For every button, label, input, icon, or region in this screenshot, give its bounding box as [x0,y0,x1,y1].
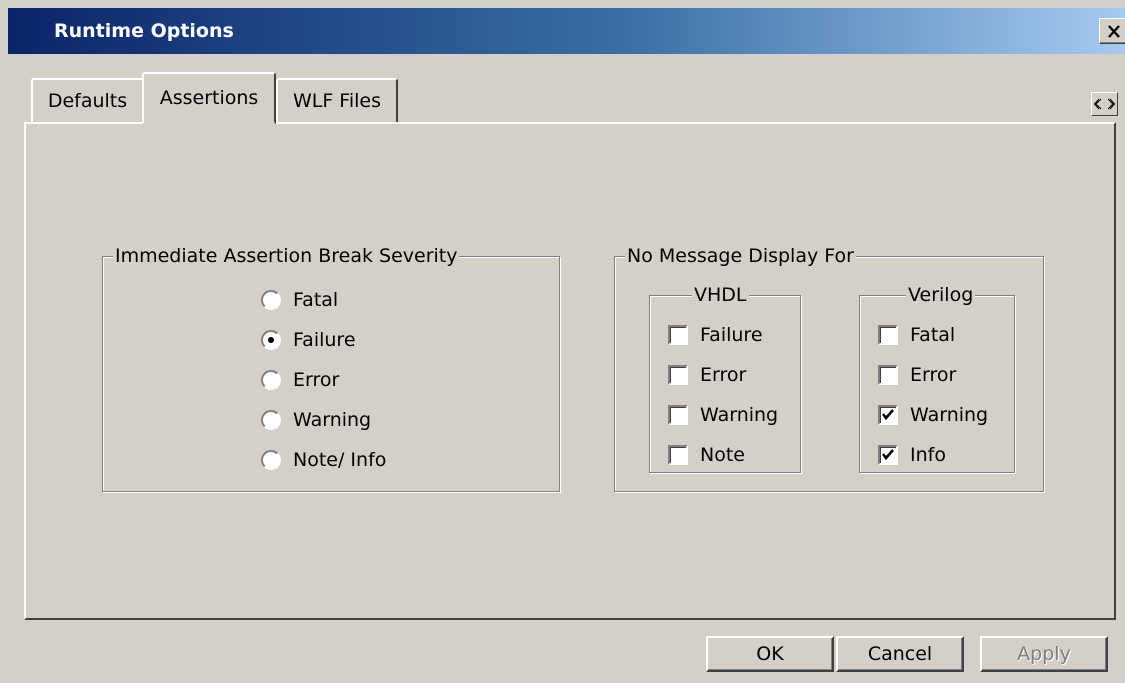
checkmark-icon [881,449,894,461]
checkbox-box-checked[interactable] [878,405,898,425]
verilog-fatal-label: Fatal [910,324,956,346]
radio-failure-label: Failure [293,329,356,351]
tab-wlf-files[interactable]: WLF Files [276,78,398,122]
verilog-info-label: Info [910,444,946,466]
vhdl-group: VHDL Failure Error Warning Note [649,283,801,473]
checkbox-box[interactable] [668,365,688,385]
vhdl-note-checkbox[interactable]: Note [668,444,745,466]
tab-defaults-label: Defaults [47,90,128,112]
checkbox-box-checked[interactable] [878,445,898,465]
checkbox-box[interactable] [668,325,688,345]
checkbox-box[interactable] [878,365,898,385]
radio-button[interactable] [261,370,281,390]
radio-fatal[interactable]: Fatal [261,289,338,311]
checkbox-box[interactable] [878,325,898,345]
vhdl-warning-label: Warning [700,404,779,426]
verilog-legend: Verilog [906,283,976,307]
verilog-group: Verilog Fatal Error Warning Info [859,283,1015,473]
vhdl-legend: VHDL [692,283,749,307]
vhdl-error-checkbox[interactable]: Error [668,364,746,386]
verilog-warning-label: Warning [910,404,989,426]
radio-note-info-label: Note/ Info [293,449,387,471]
radio-failure[interactable]: Failure [261,329,356,351]
close-button[interactable] [1099,18,1125,44]
radio-warning-label: Warning [293,409,372,431]
verilog-info-checkbox[interactable]: Info [878,444,946,466]
verilog-fatal-checkbox[interactable]: Fatal [878,324,955,346]
checkbox-box[interactable] [668,405,688,425]
assertions-panel: Immediate Assertion Break Severity Fatal… [24,122,1116,620]
break-severity-legend: Immediate Assertion Break Severity [113,244,460,268]
no-message-group: No Message Display For VHDL Failure Erro… [614,244,1044,492]
tab-scroll-buttons[interactable] [1091,92,1118,116]
tab-assertions-label: Assertions [159,87,259,109]
vhdl-error-label: Error [700,364,747,386]
apply-button[interactable]: Apply [980,636,1108,672]
vhdl-note-label: Note [700,444,745,466]
radio-button[interactable] [261,410,281,430]
checkmark-icon [881,409,894,421]
radio-button-selected[interactable] [261,330,281,350]
arrow-right-icon[interactable] [1106,98,1116,110]
vhdl-warning-checkbox[interactable]: Warning [668,404,778,426]
verilog-error-checkbox[interactable]: Error [878,364,956,386]
title-bar: Runtime Options [8,8,1125,54]
tab-wlf-files-label: WLF Files [292,90,382,112]
cancel-button[interactable]: Cancel [836,636,964,672]
vhdl-failure-checkbox[interactable]: Failure [668,324,763,346]
radio-error-label: Error [293,369,340,391]
verilog-warning-checkbox[interactable]: Warning [878,404,988,426]
break-severity-group: Immediate Assertion Break Severity Fatal… [102,244,560,492]
radio-button[interactable] [261,290,281,310]
radio-fatal-label: Fatal [293,289,339,311]
checkbox-box[interactable] [668,445,688,465]
arrow-left-icon[interactable] [1093,98,1103,110]
no-message-legend: No Message Display For [625,244,856,268]
radio-button[interactable] [261,450,281,470]
tab-defaults[interactable]: Defaults [31,78,144,122]
radio-note-info[interactable]: Note/ Info [261,449,386,471]
radio-dot-icon [268,337,274,343]
verilog-error-label: Error [910,364,957,386]
ok-button[interactable]: OK [706,636,834,672]
radio-warning[interactable]: Warning [261,409,371,431]
vhdl-failure-label: Failure [700,324,763,346]
radio-error[interactable]: Error [261,369,339,391]
tab-assertions[interactable]: Assertions [142,72,276,124]
close-icon [1107,24,1120,38]
window-title: Runtime Options [54,20,234,42]
